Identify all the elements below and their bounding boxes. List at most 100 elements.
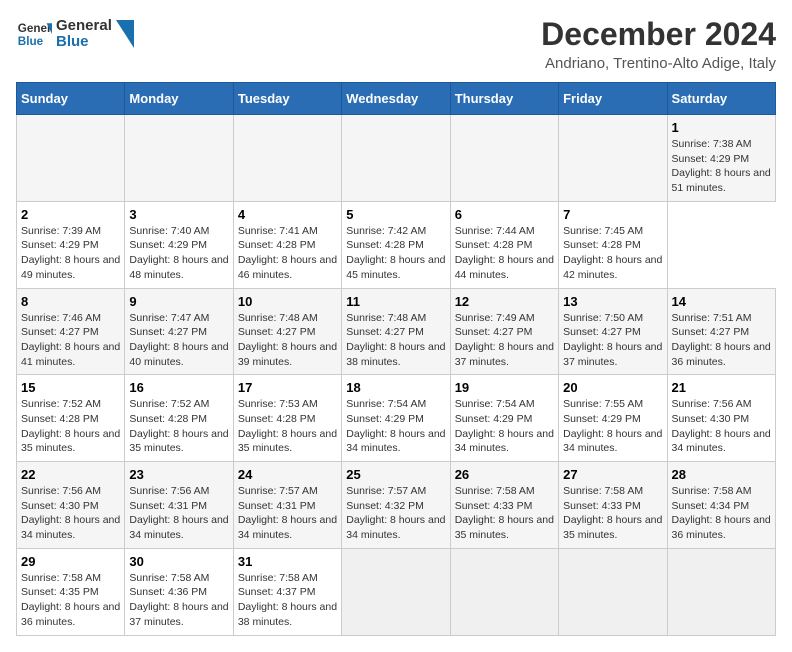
- day-cell-12: 12 Sunrise: 7:49 AMSunset: 4:27 PMDayligh…: [450, 288, 558, 375]
- col-header-tuesday: Tuesday: [233, 83, 341, 115]
- day-number: 6: [455, 207, 554, 222]
- day-cell-13: 13Sunrise: 7:50 AMSunset: 4:27 PMDayligh…: [559, 288, 667, 375]
- day-cell-23: 23Sunrise: 7:56 AMSunset: 4:31 PMDayligh…: [125, 462, 233, 549]
- logo-blue: Blue: [56, 34, 112, 51]
- col-header-sunday: Sunday: [17, 83, 125, 115]
- empty-cell: [559, 548, 667, 635]
- day-cell-5: 5 Sunrise: 7:42 AMSunset: 4:28 PMDaylight…: [342, 201, 450, 288]
- day-info: Sunrise: 7:54 AMSunset: 4:29 PMDaylight:…: [346, 397, 445, 456]
- day-number: 3: [129, 207, 228, 222]
- day-number: 16: [129, 380, 228, 395]
- logo: General Blue General Blue: [16, 16, 134, 52]
- day-info: Sunrise: 7:48 AMSunset: 4:27 PMDaylight:…: [346, 311, 445, 370]
- empty-cell: [342, 115, 450, 202]
- day-cell-9: 9 Sunrise: 7:47 AMSunset: 4:27 PMDaylight…: [125, 288, 233, 375]
- day-number: 1: [672, 120, 771, 135]
- week-row-4: 15 Sunrise: 7:52 AMSunset: 4:28 PMDayligh…: [17, 375, 776, 462]
- day-info: Sunrise: 7:52 AMSunset: 4:28 PMDaylight:…: [129, 397, 228, 456]
- day-number: 4: [238, 207, 337, 222]
- day-cell-20: 20 Sunrise: 7:55 AMSunset: 4:29 PMDayligh…: [559, 375, 667, 462]
- day-cell-4: 4 Sunrise: 7:41 AMSunset: 4:28 PMDaylight…: [233, 201, 341, 288]
- page-title: December 2024: [541, 16, 776, 53]
- day-number: 9: [129, 294, 228, 309]
- day-info: Sunrise: 7:57 AMSunset: 4:32 PMDaylight:…: [346, 484, 445, 543]
- day-number: 10: [238, 294, 337, 309]
- day-info: Sunrise: 7:51 AMSunset: 4:27 PMDaylight:…: [672, 311, 771, 370]
- day-cell-21: 21 Sunrise: 7:56 AMSunset: 4:30 PMDayligh…: [667, 375, 775, 462]
- day-info: Sunrise: 7:39 AMSunset: 4:29 PMDaylight:…: [21, 224, 120, 283]
- day-number: 15: [21, 380, 120, 395]
- day-number: 17: [238, 380, 337, 395]
- day-info: Sunrise: 7:52 AMSunset: 4:28 PMDaylight:…: [21, 397, 120, 456]
- day-number: 11: [346, 294, 445, 309]
- day-cell-19: 19 Sunrise: 7:54 AMSunset: 4:29 PMDayligh…: [450, 375, 558, 462]
- day-info: Sunrise: 7:41 AMSunset: 4:28 PMDaylight:…: [238, 224, 337, 283]
- day-cell-31: 31 Sunrise: 7:58 AMSunset: 4:37 PMDayligh…: [233, 548, 341, 635]
- day-number: 14: [672, 294, 771, 309]
- col-header-saturday: Saturday: [667, 83, 775, 115]
- empty-cell: [17, 115, 125, 202]
- day-number: 29: [21, 554, 120, 569]
- day-cell-26: 26 Sunrise: 7:58 AMSunset: 4:33 PMDayligh…: [450, 462, 558, 549]
- week-row-6: 29Sunrise: 7:58 AMSunset: 4:35 PMDayligh…: [17, 548, 776, 635]
- day-number: 21: [672, 380, 771, 395]
- day-number: 2: [21, 207, 120, 222]
- day-cell-28: 28Sunrise: 7:58 AMSunset: 4:34 PMDayligh…: [667, 462, 775, 549]
- day-info: Sunrise: 7:45 AMSunset: 4:28 PMDaylight:…: [563, 224, 662, 283]
- svg-text:Blue: Blue: [18, 35, 44, 48]
- page-subtitle: Andriano, Trentino-Alto Adige, Italy: [541, 55, 776, 72]
- day-cell-8: 8Sunrise: 7:46 AMSunset: 4:27 PMDaylight…: [17, 288, 125, 375]
- day-info: Sunrise: 7:58 AMSunset: 4:37 PMDaylight:…: [238, 571, 337, 630]
- day-info: Sunrise: 7:42 AMSunset: 4:28 PMDaylight:…: [346, 224, 445, 283]
- day-info: Sunrise: 7:53 AMSunset: 4:28 PMDaylight:…: [238, 397, 337, 456]
- day-cell-30: 30Sunrise: 7:58 AMSunset: 4:36 PMDayligh…: [125, 548, 233, 635]
- day-number: 7: [563, 207, 662, 222]
- col-header-monday: Monday: [125, 83, 233, 115]
- day-info: Sunrise: 7:49 AMSunset: 4:27 PMDaylight:…: [455, 311, 554, 370]
- day-info: Sunrise: 7:44 AMSunset: 4:28 PMDaylight:…: [455, 224, 554, 283]
- day-info: Sunrise: 7:57 AMSunset: 4:31 PMDaylight:…: [238, 484, 337, 543]
- col-header-friday: Friday: [559, 83, 667, 115]
- day-info: Sunrise: 7:58 AMSunset: 4:33 PMDaylight:…: [455, 484, 554, 543]
- day-info: Sunrise: 7:40 AMSunset: 4:29 PMDaylight:…: [129, 224, 228, 283]
- day-cell-14: 14 Sunrise: 7:51 AMSunset: 4:27 PMDayligh…: [667, 288, 775, 375]
- calendar-table: SundayMondayTuesdayWednesdayThursdayFrid…: [16, 82, 776, 636]
- week-row-2: 2 Sunrise: 7:39 AMSunset: 4:29 PMDaylight…: [17, 201, 776, 288]
- empty-cell: [450, 548, 558, 635]
- logo-general: General: [56, 18, 112, 35]
- empty-cell: [233, 115, 341, 202]
- week-row-1: 1 Sunrise: 7:38 AMSunset: 4:29 PMDaylight…: [17, 115, 776, 202]
- day-info: Sunrise: 7:46 AMSunset: 4:27 PMDaylight:…: [21, 311, 120, 370]
- day-number: 22: [21, 467, 120, 482]
- logo-arrow: [116, 20, 134, 48]
- day-info: Sunrise: 7:48 AMSunset: 4:27 PMDaylight:…: [238, 311, 337, 370]
- day-cell-10: 10 Sunrise: 7:48 AMSunset: 4:27 PMDayligh…: [233, 288, 341, 375]
- day-info: Sunrise: 7:56 AMSunset: 4:30 PMDaylight:…: [672, 397, 771, 456]
- day-cell-6: 6 Sunrise: 7:44 AMSunset: 4:28 PMDaylight…: [450, 201, 558, 288]
- day-number: 12: [455, 294, 554, 309]
- day-cell-3: 3 Sunrise: 7:40 AMSunset: 4:29 PMDaylight…: [125, 201, 233, 288]
- day-info: Sunrise: 7:38 AMSunset: 4:29 PMDaylight:…: [672, 137, 771, 196]
- day-info: Sunrise: 7:58 AMSunset: 4:36 PMDaylight:…: [129, 571, 228, 630]
- day-number: 31: [238, 554, 337, 569]
- day-number: 20: [563, 380, 662, 395]
- empty-cell: [342, 548, 450, 635]
- day-info: Sunrise: 7:54 AMSunset: 4:29 PMDaylight:…: [455, 397, 554, 456]
- week-row-5: 22Sunrise: 7:56 AMSunset: 4:30 PMDayligh…: [17, 462, 776, 549]
- day-cell-18: 18Sunrise: 7:54 AMSunset: 4:29 PMDayligh…: [342, 375, 450, 462]
- day-info: Sunrise: 7:47 AMSunset: 4:27 PMDaylight:…: [129, 311, 228, 370]
- day-number: 5: [346, 207, 445, 222]
- day-number: 19: [455, 380, 554, 395]
- day-number: 24: [238, 467, 337, 482]
- day-number: 26: [455, 467, 554, 482]
- empty-cell: [559, 115, 667, 202]
- day-cell-7: 7 Sunrise: 7:45 AMSunset: 4:28 PMDaylight…: [559, 201, 667, 288]
- col-header-wednesday: Wednesday: [342, 83, 450, 115]
- day-info: Sunrise: 7:50 AMSunset: 4:27 PMDaylight:…: [563, 311, 662, 370]
- day-cell-11: 11 Sunrise: 7:48 AMSunset: 4:27 PMDayligh…: [342, 288, 450, 375]
- day-number: 28: [672, 467, 771, 482]
- day-number: 23: [129, 467, 228, 482]
- day-info: Sunrise: 7:55 AMSunset: 4:29 PMDaylight:…: [563, 397, 662, 456]
- day-cell-15: 15 Sunrise: 7:52 AMSunset: 4:28 PMDayligh…: [17, 375, 125, 462]
- col-header-thursday: Thursday: [450, 83, 558, 115]
